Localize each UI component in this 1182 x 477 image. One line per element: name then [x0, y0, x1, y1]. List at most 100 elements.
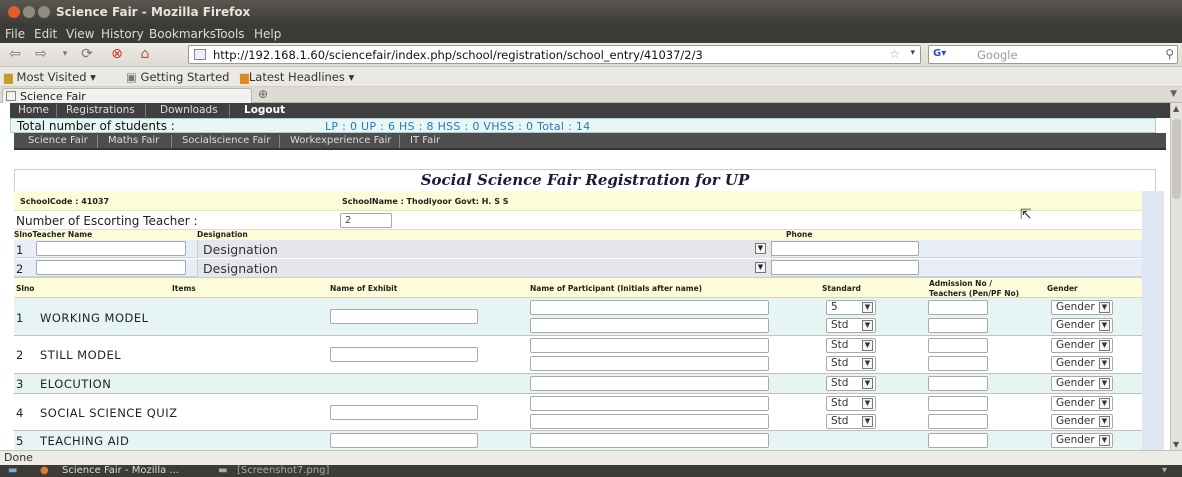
url-bar[interactable]: http://192.168.1.60/sciencefair/index.ph… — [188, 45, 921, 64]
tab-label: Science Fair — [20, 90, 86, 103]
gender-select[interactable]: Gender ▼ — [1051, 300, 1113, 315]
maximize-window-button[interactable] — [38, 6, 50, 18]
menu-history[interactable]: History — [101, 27, 144, 41]
show-desktop-icon[interactable]: ▬ — [8, 465, 17, 476]
trash-icon[interactable]: ▾ — [1162, 465, 1167, 476]
gender-select[interactable]: Gender ▼ — [1051, 338, 1113, 353]
history-dropdown-icon[interactable]: ▾ — [56, 49, 74, 59]
standard-select[interactable]: Std ▼ — [826, 376, 876, 391]
participant-name-input[interactable] — [530, 318, 769, 333]
student-count-label: Total number of students : — [17, 119, 175, 133]
image-viewer-icon: ▬ — [218, 465, 228, 476]
escort-count-input[interactable]: 2 — [340, 213, 392, 228]
standard-select[interactable]: Std ▼ — [826, 396, 876, 411]
participant-name-input[interactable] — [530, 300, 769, 315]
menu-bookmarks[interactable]: Bookmarks — [149, 27, 216, 41]
admission-no-input[interactable] — [928, 414, 988, 429]
fair-nav-work-experience[interactable]: Workexperience Fair — [290, 135, 391, 146]
participant-name-input[interactable] — [530, 433, 769, 448]
gender-select[interactable]: Gender ▼ — [1051, 376, 1113, 391]
reload-icon[interactable]: ⟳ — [78, 46, 96, 62]
page-content: Home Registrations Downloads Logout Tota… — [0, 103, 1170, 450]
menu-edit[interactable]: Edit — [34, 27, 57, 41]
standard-select[interactable]: Std ▼ — [826, 356, 876, 371]
taskbar-firefox[interactable]: Science Fair - Mozilla ... — [62, 465, 179, 476]
back-icon[interactable]: ⇦ — [6, 46, 24, 62]
fair-nav-science[interactable]: Science Fair — [28, 135, 88, 146]
admission-no-input[interactable] — [928, 338, 988, 353]
nav-downloads[interactable]: Downloads — [160, 104, 218, 116]
fair-nav-it[interactable]: IT Fair — [410, 135, 440, 146]
search-icon[interactable]: ⚲ — [1165, 47, 1174, 61]
gender-select[interactable]: Gender ▼ — [1051, 356, 1113, 371]
standard-select[interactable]: Std ▼ — [826, 414, 876, 429]
gender-select[interactable]: Gender ▼ — [1051, 318, 1113, 333]
dropdown-arrow-icon: ▼ — [862, 302, 873, 313]
participant-name-input[interactable] — [530, 396, 769, 411]
standard-value: Std — [831, 377, 849, 389]
exhibit-name-input[interactable] — [330, 347, 478, 362]
tab-science-fair[interactable]: Science Fair — [2, 88, 252, 103]
nav-home[interactable]: Home — [18, 104, 49, 116]
search-box[interactable]: G▾ Google ⚲ — [928, 45, 1178, 64]
nav-logout[interactable]: Logout — [244, 104, 285, 116]
taskbar: ▬ ● Science Fair - Mozilla ... ▬ [Screen… — [0, 465, 1182, 477]
scrollbar-thumb[interactable] — [1172, 119, 1181, 199]
taskbar-screenshot[interactable]: [Screenshot7.png] — [237, 465, 329, 476]
teacher-name-input[interactable] — [36, 260, 186, 275]
gender-select[interactable]: Gender ▼ — [1051, 414, 1113, 429]
gender-value: Gender — [1056, 357, 1095, 369]
minimize-window-button[interactable] — [23, 6, 35, 18]
participant-name-input[interactable] — [530, 338, 769, 353]
bookmark-most-visited[interactable]: ▆ Most Visited ▾ — [4, 70, 96, 84]
exhibit-name-input[interactable] — [330, 405, 478, 420]
admission-no-input[interactable] — [928, 433, 988, 448]
bookmark-latest-headlines[interactable]: ▆Latest Headlines ▾ — [240, 70, 354, 84]
fair-nav-maths[interactable]: Maths Fair — [108, 135, 159, 146]
exhibit-name-input[interactable] — [330, 433, 478, 448]
menu-file[interactable]: File — [5, 27, 25, 41]
item-no: 1 — [16, 311, 24, 325]
menu-tools[interactable]: Tools — [215, 27, 245, 41]
page-scrollbar[interactable]: ▲ ▼ — [1170, 103, 1182, 450]
participant-name-input[interactable] — [530, 376, 769, 391]
phone-input[interactable] — [771, 260, 919, 275]
close-window-button[interactable] — [8, 6, 20, 18]
new-tab-icon[interactable]: ⊕ — [258, 87, 268, 101]
standard-select[interactable]: 5 ▼ — [826, 300, 876, 315]
admission-no-input[interactable] — [928, 396, 988, 411]
tab-list-icon[interactable]: ▼ — [1170, 89, 1177, 99]
stop-icon[interactable]: ⊗ — [108, 46, 126, 62]
phone-input[interactable] — [771, 241, 919, 256]
gender-select[interactable]: Gender ▼ — [1051, 433, 1113, 448]
designation-select[interactable]: Designation ▼ — [197, 259, 772, 277]
menu-help[interactable]: Help — [254, 27, 281, 41]
fair-nav-divider — [171, 135, 172, 148]
dropdown-arrow-icon: ▼ — [862, 320, 873, 331]
admission-no-input[interactable] — [928, 376, 988, 391]
status-bar: Done — [0, 450, 1182, 465]
designation-select[interactable]: Designation ▼ — [197, 240, 772, 258]
participant-name-input[interactable] — [530, 356, 769, 371]
bookmark-star-icon[interactable]: ☆ — [889, 47, 900, 61]
search-engine-icon[interactable]: G▾ — [933, 48, 946, 59]
standard-select[interactable]: Std ▼ — [826, 318, 876, 333]
nav-registrations[interactable]: Registrations — [66, 104, 135, 116]
fair-nav-social-science[interactable]: Socialscience Fair — [182, 135, 270, 146]
scroll-down-icon[interactable]: ▼ — [1173, 440, 1179, 449]
url-dropdown-icon[interactable]: ▾ — [910, 48, 915, 58]
standard-select[interactable]: Std ▼ — [826, 338, 876, 353]
forward-icon[interactable]: ⇨ — [32, 46, 50, 62]
admission-no-input[interactable] — [928, 318, 988, 333]
admission-no-input[interactable] — [928, 356, 988, 371]
participant-name-input[interactable] — [530, 414, 769, 429]
scroll-up-icon[interactable]: ▲ — [1173, 104, 1179, 113]
designation-value: Designation — [203, 242, 278, 257]
exhibit-name-input[interactable] — [330, 309, 478, 324]
bookmark-getting-started[interactable]: ▣ Getting Started — [126, 70, 229, 84]
gender-select[interactable]: Gender ▼ — [1051, 396, 1113, 411]
admission-no-input[interactable] — [928, 300, 988, 315]
teacher-name-input[interactable] — [36, 241, 186, 256]
home-icon[interactable]: ⌂ — [136, 46, 154, 62]
menu-view[interactable]: View — [66, 27, 94, 41]
